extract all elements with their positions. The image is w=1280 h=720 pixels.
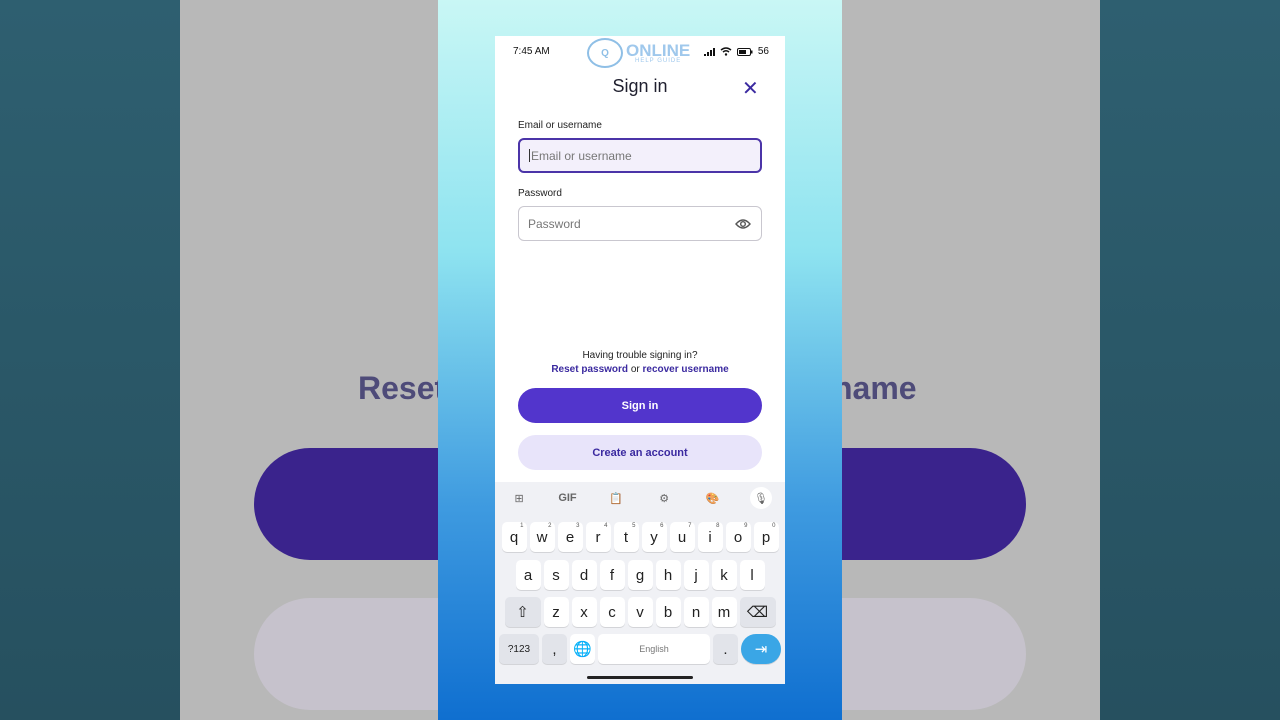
key-o[interactable]: o9 — [725, 522, 751, 552]
comma-key[interactable]: , — [542, 634, 567, 664]
battery-icon — [736, 47, 753, 56]
gear-icon[interactable]: ⚙ — [653, 487, 675, 509]
mic-icon[interactable]: 🎙 — [749, 487, 772, 509]
key-n[interactable]: n — [683, 597, 709, 627]
key-hint: 4 — [604, 523, 608, 529]
background-right — [1100, 0, 1280, 720]
key-k[interactable]: k — [711, 560, 737, 590]
key-p[interactable]: p0 — [753, 522, 779, 552]
password-placeholder: Password — [528, 216, 581, 231]
key-hint: 5 — [632, 523, 636, 529]
key-i[interactable]: i8 — [697, 522, 723, 552]
email-field[interactable]: Email or username — [518, 138, 762, 173]
password-label: Password — [518, 188, 562, 199]
key-a[interactable]: a — [515, 560, 541, 590]
key-e[interactable]: e3 — [557, 522, 583, 552]
next-arrow-icon[interactable]: ⇥ — [741, 634, 781, 664]
shift-key[interactable]: ⇧ — [504, 597, 541, 627]
battery-percent: 56 — [757, 46, 769, 57]
symbols-key[interactable]: ?123 — [499, 634, 539, 664]
key-d[interactable]: d — [571, 560, 597, 590]
email-label: Email or username — [518, 120, 602, 131]
key-hint: 3 — [576, 523, 580, 529]
key-w[interactable]: w2 — [529, 522, 555, 552]
key-c[interactable]: c — [599, 597, 625, 627]
eye-icon[interactable] — [735, 217, 751, 231]
background-title-left: Reset — [358, 370, 446, 406]
key-r[interactable]: r4 — [585, 522, 611, 552]
key-q[interactable]: q1 — [501, 522, 527, 552]
keyboard-toolbar: ⊞ GIF 📋 ⚙ 🎨 🎙 — [495, 482, 785, 514]
key-hint: 7 — [688, 523, 692, 529]
key-u[interactable]: u7 — [669, 522, 695, 552]
trouble-text: Having trouble signing in? — [582, 350, 698, 361]
apps-icon[interactable]: ⊞ — [508, 487, 530, 509]
key-b[interactable]: b — [655, 597, 681, 627]
globe-icon: Q — [587, 38, 623, 68]
phone-screen: 7:45 AM 56 Q ONLINE HELP GUIDE Sign in ✕… — [495, 36, 785, 684]
keyboard-row-1: q1w2e3r4t5y6u7i8o9p0 — [495, 522, 785, 552]
background-title-right: name — [833, 370, 917, 406]
key-hint: 6 — [660, 523, 664, 529]
watermark-text: ONLINE — [626, 40, 691, 60]
or-text: or — [630, 364, 640, 375]
keyboard-row-2: asdfghjkl — [495, 560, 785, 590]
key-hint: 1 — [520, 523, 524, 529]
key-hint: 0 — [772, 523, 776, 529]
background-left — [0, 0, 180, 720]
sign-in-button[interactable]: Sign in — [518, 388, 762, 423]
watermark-subtext: HELP GUIDE — [635, 57, 682, 64]
key-j[interactable]: j — [683, 560, 709, 590]
key-h[interactable]: h — [655, 560, 681, 590]
trouble-section: Having trouble signing in? Reset passwor… — [495, 349, 785, 377]
key-v[interactable]: v — [627, 597, 653, 627]
key-z[interactable]: z — [543, 597, 569, 627]
recover-username-link[interactable]: recover username — [643, 364, 729, 375]
reset-password-link[interactable]: Reset password — [551, 364, 628, 375]
close-icon[interactable]: ✕ — [742, 76, 759, 101]
clipboard-icon[interactable]: 📋 — [605, 487, 627, 509]
period-key[interactable]: . — [713, 634, 738, 664]
key-hint: 9 — [744, 523, 748, 529]
status-time: 7:45 AM — [513, 46, 550, 57]
key-x[interactable]: x — [571, 597, 597, 627]
text-cursor — [529, 149, 530, 162]
key-m[interactable]: m — [711, 597, 737, 627]
create-account-button[interactable]: Create an account — [518, 435, 762, 470]
status-icons: 56 — [703, 46, 769, 57]
email-placeholder: Email or username — [531, 148, 632, 163]
watermark-logo: Q ONLINE HELP GUIDE — [587, 38, 690, 68]
palette-icon[interactable]: 🎨 — [701, 487, 723, 509]
keyboard: ⊞ GIF 📋 ⚙ 🎨 🎙 q1w2e3r4t5y6u7i8o9p0 asdfg… — [495, 482, 785, 684]
key-s[interactable]: s — [543, 560, 569, 590]
home-indicator[interactable] — [587, 676, 693, 679]
key-g[interactable]: g — [627, 560, 653, 590]
space-key[interactable]: English — [598, 634, 710, 664]
password-field[interactable]: Password — [518, 206, 762, 241]
key-t[interactable]: t5 — [613, 522, 639, 552]
gif-button[interactable]: GIF — [556, 487, 578, 509]
key-f[interactable]: f — [599, 560, 625, 590]
key-hint: 8 — [716, 523, 720, 529]
key-l[interactable]: l — [739, 560, 765, 590]
key-hint: 2 — [548, 523, 552, 529]
globe-icon[interactable]: 🌐 — [570, 634, 595, 664]
key-y[interactable]: y6 — [641, 522, 667, 552]
signal-icon — [703, 47, 715, 56]
wifi-icon — [720, 47, 732, 56]
backspace-icon[interactable]: ⌫ — [739, 597, 776, 627]
keyboard-row-3: ⇧ z x c v b n m ⌫ — [495, 597, 785, 627]
keyboard-row-4: ?123 , 🌐 English . ⇥ — [495, 634, 785, 664]
